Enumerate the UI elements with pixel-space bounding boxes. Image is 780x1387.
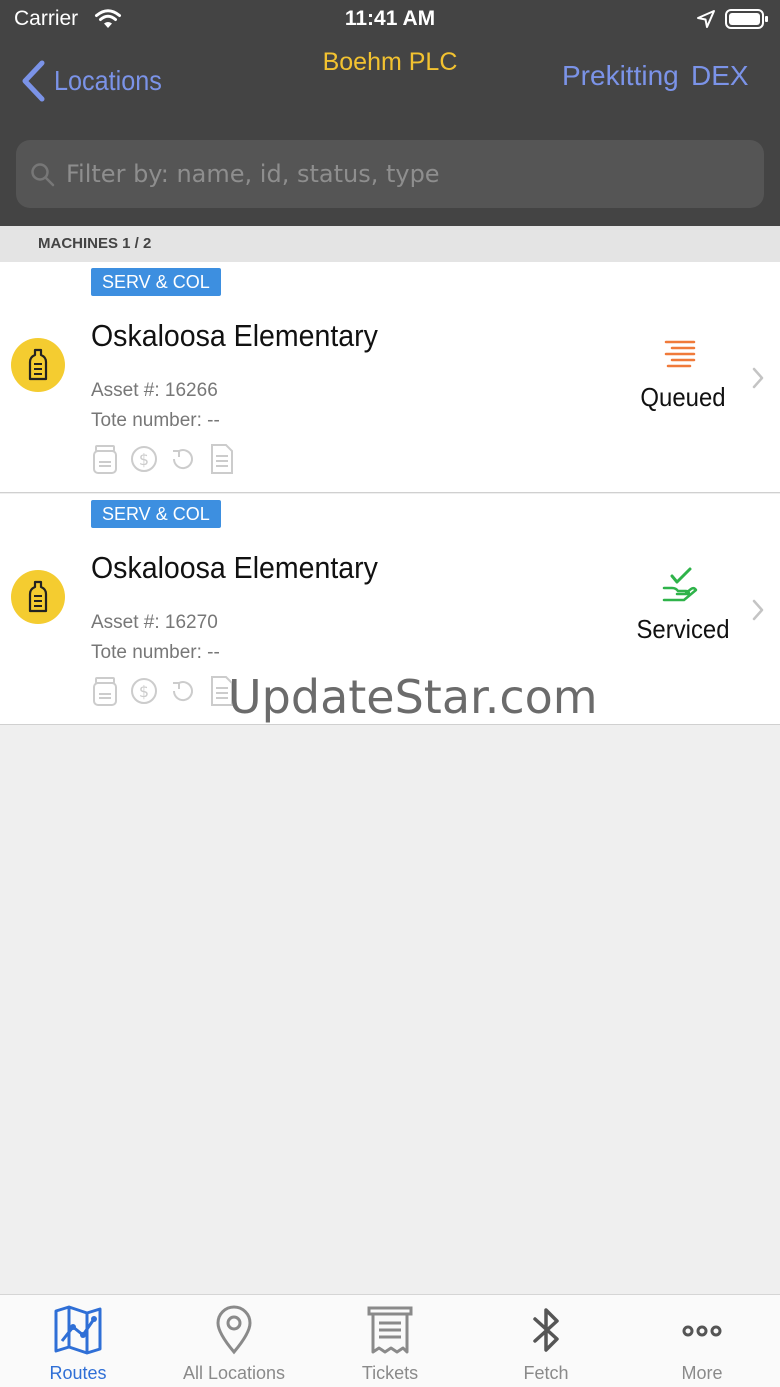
- tab-bar: Routes All Locations Tickets Fetch More: [0, 1294, 780, 1387]
- tab-fetch[interactable]: Fetch: [468, 1295, 624, 1387]
- tote-number: Tote number: --: [91, 642, 220, 663]
- chevron-right-icon: [752, 367, 764, 389]
- bluetooth-icon: [533, 1308, 559, 1352]
- section-title: MACHINES 1 / 2: [38, 235, 152, 252]
- chevron-right-icon: [752, 599, 764, 621]
- ticket-icon: [367, 1306, 413, 1354]
- queued-icon: [664, 340, 696, 368]
- machine-name: Oskaloosa Elementary: [91, 550, 378, 585]
- refresh-icon: [169, 442, 197, 476]
- tab-label: Fetch: [523, 1363, 569, 1383]
- product-jar-icon: [91, 674, 119, 708]
- cash-collection-icon: $: [130, 442, 158, 476]
- cash-collection-icon: $: [130, 674, 158, 708]
- map-icon: [54, 1305, 102, 1355]
- serviced-icon: [662, 567, 698, 602]
- asset-number: Asset #: 16270: [91, 612, 218, 633]
- section-header: MACHINES 1 / 2: [0, 226, 780, 262]
- status-label: Serviced: [636, 614, 730, 644]
- location-pin-icon: [216, 1305, 252, 1355]
- machine-task-icons: $: [91, 674, 236, 708]
- asset-number: Asset #: 16266: [91, 380, 218, 401]
- status-label: Queued: [640, 382, 726, 412]
- document-icon: [208, 674, 236, 708]
- tab-label: Routes: [49, 1363, 107, 1383]
- service-type-badge: SERV & COL: [91, 268, 221, 296]
- navigation-bar: Locations Boehm PLC Prekitting DEX: [0, 48, 780, 118]
- prekitting-button[interactable]: Prekitting: [562, 60, 679, 92]
- location-arrow-icon: [697, 10, 715, 28]
- machine-task-icons: $: [91, 442, 236, 476]
- battery-icon: [725, 9, 768, 29]
- tab-label: Tickets: [361, 1363, 419, 1383]
- tab-routes[interactable]: Routes: [0, 1295, 156, 1387]
- svg-text:$: $: [139, 450, 149, 469]
- service-type-badge: SERV & COL: [91, 500, 221, 528]
- machine-row[interactable]: SERV & COL Oskaloosa Elementary Asset #:…: [0, 494, 780, 725]
- search-icon: [31, 163, 55, 187]
- product-jar-icon: [91, 442, 119, 476]
- tab-all-locations[interactable]: All Locations: [156, 1295, 312, 1387]
- document-icon: [208, 442, 236, 476]
- refresh-icon: [169, 674, 197, 708]
- tab-label: More: [681, 1363, 723, 1383]
- search-bar: [16, 140, 764, 208]
- dex-button[interactable]: DEX: [691, 60, 749, 92]
- clock: 11:41 AM: [344, 7, 436, 30]
- svg-text:$: $: [139, 682, 149, 701]
- bottle-icon: [11, 338, 65, 392]
- tab-tickets[interactable]: Tickets: [312, 1295, 468, 1387]
- tab-label: All Locations: [182, 1363, 286, 1383]
- search-input[interactable]: [66, 140, 746, 208]
- machine-name: Oskaloosa Elementary: [91, 318, 378, 353]
- tote-number: Tote number: --: [91, 410, 220, 431]
- bottle-icon: [11, 570, 65, 624]
- header: Carrier 11:41 AM Locations Boehm PLC Pre…: [0, 0, 780, 226]
- more-icon: [682, 1325, 722, 1337]
- machine-row[interactable]: SERV & COL Oskaloosa Elementary Asset #:…: [0, 262, 780, 493]
- status-bar: Carrier 11:41 AM: [0, 0, 780, 40]
- tab-more[interactable]: More: [624, 1295, 780, 1387]
